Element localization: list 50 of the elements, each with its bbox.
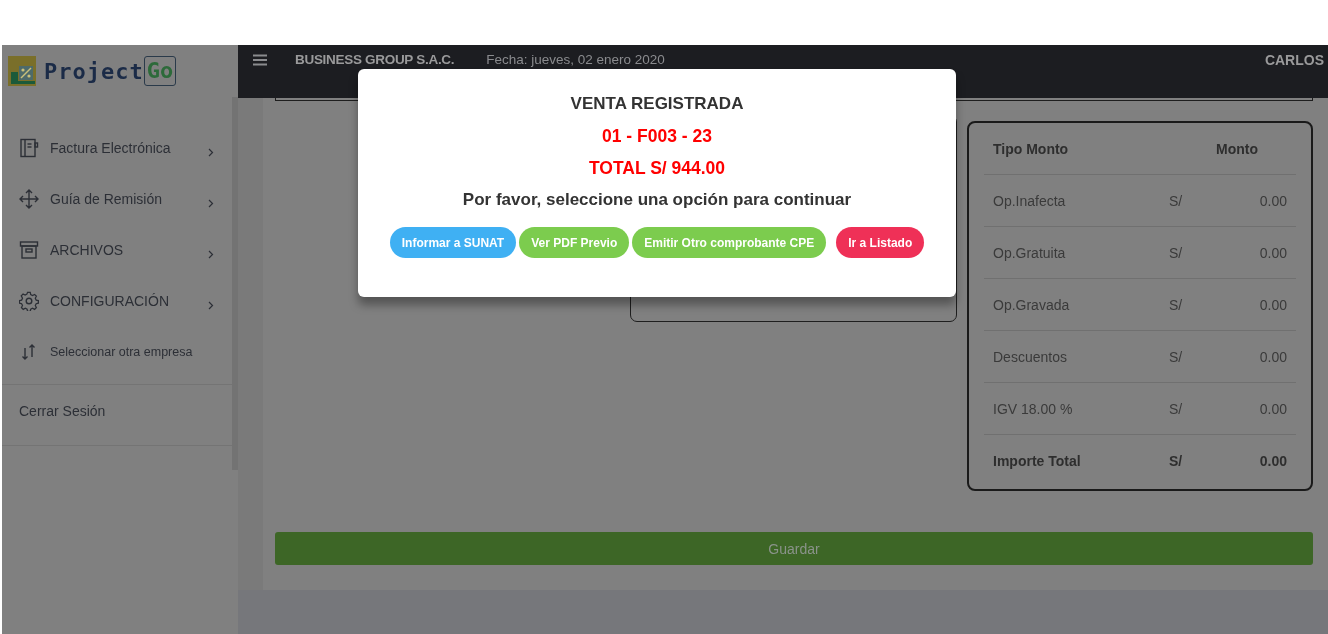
- settings-icon: [19, 290, 39, 311]
- dialog-message: Por favor, seleccione una opción para continuar: [462, 189, 852, 211]
- column-header: Tipo Monto: [993, 140, 1070, 157]
- sidebar-item[interactable]: ARCHIVOS: [2, 224, 232, 275]
- table-cell-text: 0.00: [1258, 192, 1287, 209]
- company-name: BUSINESS GROUP S.A.C.: [295, 52, 455, 67]
- table-cell-text: S/: [1169, 244, 1184, 261]
- chevron-icon: [208, 148, 214, 157]
- table-cell-text: Op.Gravada: [993, 296, 1071, 313]
- dialog-title: VENTA REGISTRADA: [570, 93, 744, 115]
- sidebar-item[interactable]: CONFIGURACIÓN: [2, 275, 232, 326]
- action-button[interactable]: Ir a Listado: [836, 227, 925, 258]
- table-cell-text: S/: [1169, 400, 1184, 417]
- logo-badge: Go: [143, 56, 177, 86]
- table-cell-text: 0.00: [1258, 452, 1287, 469]
- save-button[interactable]: Guardar: [275, 532, 1313, 565]
- table-cell-text: Descuentos: [993, 348, 1068, 365]
- table-cell-text: S/: [1169, 296, 1184, 313]
- table-cell-text: Op.Inafecta: [993, 192, 1067, 209]
- table-cell-text: 0.00: [1258, 244, 1287, 261]
- chevron-icon: [208, 301, 214, 310]
- user-menu[interactable]: CARLOS: [1264, 52, 1328, 68]
- table-cell-text: S/: [1169, 452, 1184, 469]
- table-cell-text: Op.Gratuita: [993, 244, 1067, 261]
- archive-box-icon: [19, 239, 39, 260]
- chevron-icon: [208, 199, 214, 208]
- sidebar-item[interactable]: Factura Electrónica: [2, 122, 232, 173]
- total-amount: TOTAL S/ 944.00: [588, 157, 726, 179]
- action-button[interactable]: Emitir Otro comprobante CPE: [632, 227, 827, 258]
- date-text: Fecha: jueves, 02 enero 2020: [486, 52, 665, 67]
- document-number: 01 - F003 - 23: [602, 125, 712, 147]
- logo-text: Project: [44, 58, 144, 84]
- table-cell-text: 0.00: [1258, 400, 1287, 417]
- table-cell-text: 0.00: [1258, 296, 1287, 313]
- notebook-icon: [19, 137, 39, 158]
- menu-icon: [253, 54, 267, 66]
- table-cell-text: 0.00: [1258, 348, 1287, 365]
- table-cell-text: S/: [1169, 348, 1184, 365]
- action-button[interactable]: Informar a SUNAT: [389, 227, 517, 258]
- logo-icon: [8, 56, 36, 86]
- sidebar-item[interactable]: Guía de Remisión: [2, 173, 232, 224]
- table-cell-text: Importe Total: [993, 452, 1082, 469]
- column-header: Monto: [1215, 140, 1259, 157]
- move-arrows-icon: [19, 188, 39, 209]
- sidebar-item[interactable]: Seleccionar otra empresa: [2, 326, 232, 377]
- table-cell-text: S/: [1169, 192, 1184, 209]
- table-cell-text: IGV 18.00 %: [993, 400, 1074, 417]
- logout-link[interactable]: Cerrar Sesión: [2, 403, 106, 419]
- chevron-icon: [208, 250, 214, 259]
- action-button[interactable]: Ver PDF Previo: [519, 227, 630, 258]
